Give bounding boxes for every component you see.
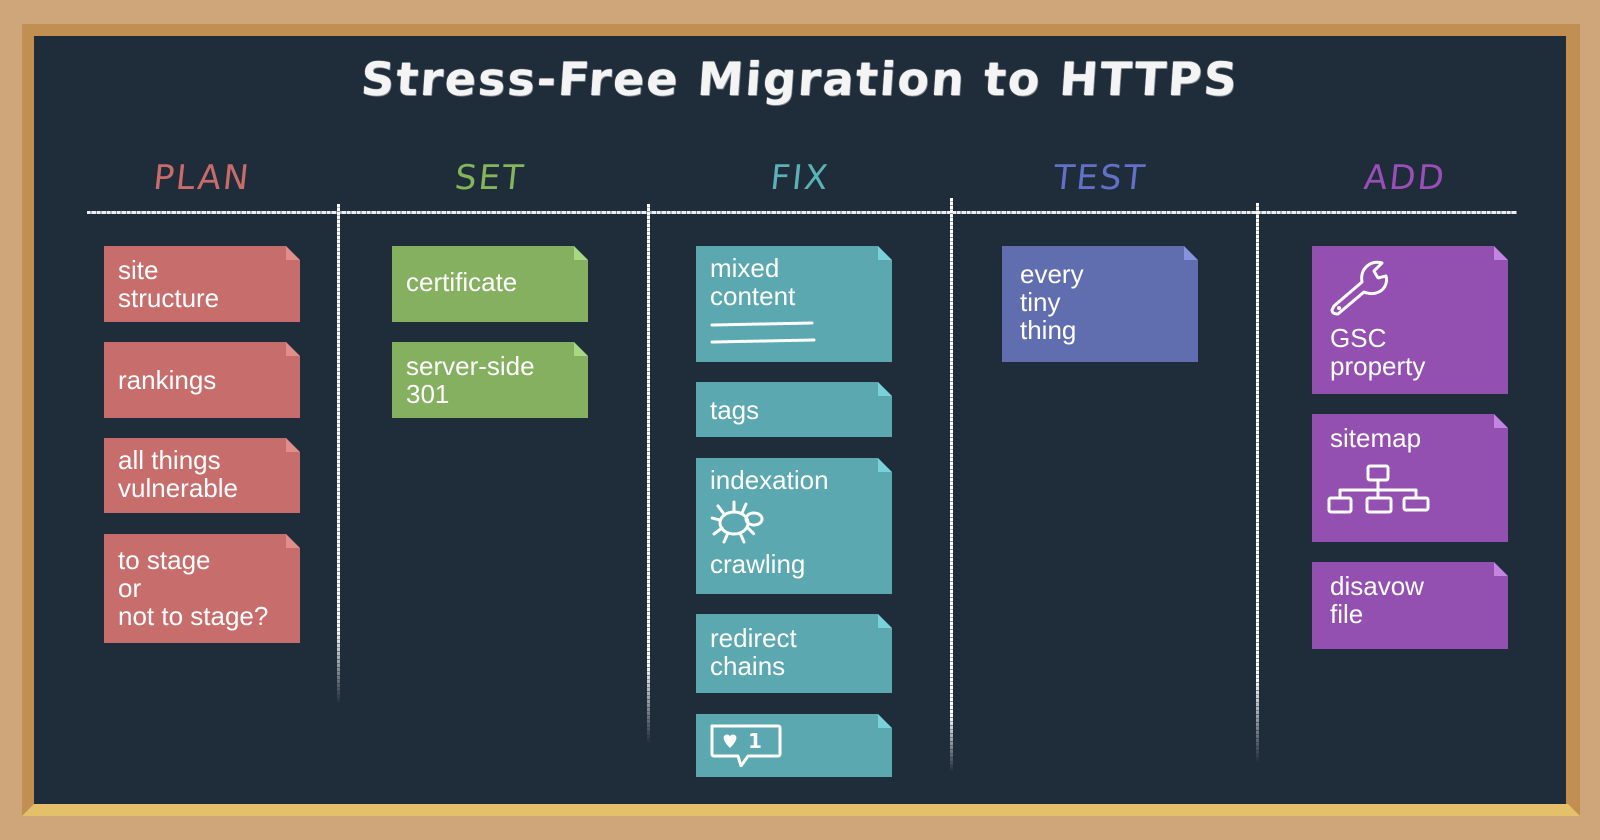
card-redirect-chains[interactable]: redirect chains (696, 614, 892, 693)
card-rankings[interactable]: rankings (104, 342, 300, 418)
card-label: certificate (406, 267, 518, 297)
social-like-notification-icon (708, 722, 784, 772)
card-gsc-property[interactable]: GSC property (1312, 246, 1508, 394)
chalk-divider-horizontal (87, 211, 1517, 214)
wrench-icon (1326, 256, 1396, 316)
card-tags[interactable]: tags (696, 382, 892, 437)
card-label: indexation (710, 465, 829, 495)
column-heading-add: ADD (1362, 158, 1448, 198)
card-label: tags (710, 395, 760, 425)
card-label: every tiny thing (1020, 259, 1084, 345)
card-label: GSC property (1330, 323, 1426, 381)
crawler-bug-icon (708, 498, 772, 548)
card-label: to stage or not to stage? (118, 545, 269, 631)
column-heading-fix: FIX (768, 158, 832, 198)
card-label: mixed content (710, 253, 796, 311)
card-social-like[interactable]: 1 (696, 714, 892, 777)
card-mixed-content[interactable]: mixed content (696, 246, 892, 362)
chalk-tray (22, 804, 1580, 816)
column-heading-set: SET (452, 158, 528, 198)
card-label: all things vulnerable (118, 445, 238, 503)
card-label: disavow file (1330, 571, 1424, 629)
chalk-divider-vertical (647, 204, 650, 744)
strikethrough-lines-icon (710, 316, 820, 346)
card-site-structure[interactable]: site structure (104, 246, 300, 322)
chalk-divider-vertical (950, 198, 953, 772)
card-server-side-301[interactable]: server-side 301 (392, 342, 588, 418)
chalk-divider-vertical (337, 204, 340, 704)
card-to-stage-or-not[interactable]: to stage or not to stage? (104, 534, 300, 643)
card-all-things-vulnerable[interactable]: all things vulnerable (104, 438, 300, 513)
card-indexation-crawling[interactable]: indexation crawling (696, 458, 892, 594)
card-disavow-file[interactable]: disavow file (1312, 562, 1508, 649)
card-every-tiny-thing[interactable]: every tiny thing (1002, 246, 1198, 362)
card-label: rankings (118, 365, 217, 395)
card-sitemap[interactable]: sitemap (1312, 414, 1508, 542)
board-title: Stress-Free Migration to HTTPS (359, 52, 1241, 106)
card-label: sitemap (1330, 423, 1422, 453)
column-heading-test: TEST (1051, 158, 1149, 198)
sitemap-hierarchy-icon (1326, 462, 1436, 522)
card-label-secondary: crawling (710, 549, 806, 579)
card-label: redirect chains (710, 623, 797, 681)
column-heading-plan: PLAN (151, 158, 253, 198)
card-certificate[interactable]: certificate (392, 246, 588, 322)
card-label: server-side 301 (406, 351, 535, 409)
card-label: site structure (118, 255, 220, 313)
chalk-divider-vertical (1256, 203, 1259, 763)
like-count-badge: 1 (748, 729, 762, 753)
